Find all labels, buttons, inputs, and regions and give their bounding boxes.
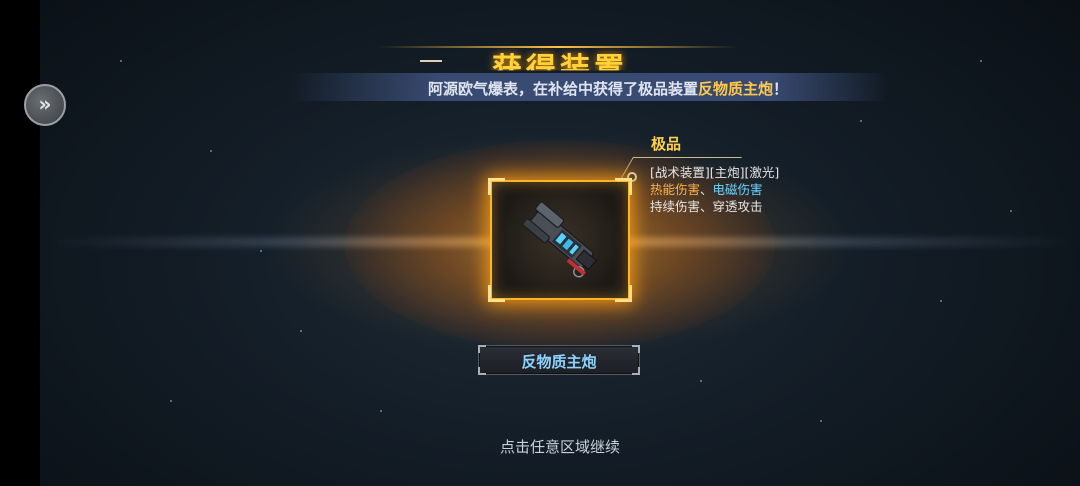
announcement-item: 反物质主炮	[698, 80, 774, 98]
announcement-suffix: ！	[773, 80, 789, 98]
item-card[interactable]	[488, 178, 632, 302]
reward-screen[interactable]: » 获得装置 阿源欧气爆表，在补给中获得了极品装置反物质主炮！ 极品 [战术装置…	[0, 0, 1080, 486]
frame-corner	[615, 178, 632, 195]
frame-corner	[615, 285, 632, 302]
damage-type-thermal: 热能伤害	[650, 182, 701, 197]
item-grade: 极品	[651, 135, 682, 153]
announcement-prefix: 阿源欧气爆表，在补给中获得了极品装置	[428, 80, 699, 98]
announcement-text: 阿源欧气爆表，在补给中获得了极品装置反物质主炮！	[428, 78, 788, 99]
tap-to-continue-hint[interactable]: 点击任意区域继续	[0, 436, 1080, 457]
frame-corner	[488, 178, 505, 195]
item-effects: 持续伤害、穿透攻击	[650, 199, 763, 214]
damage-type-separator: 、	[700, 182, 713, 197]
frame-corner	[488, 285, 505, 302]
damage-type-electromagnetic: 电磁伤害	[712, 182, 763, 197]
title-dash	[420, 60, 442, 62]
left-letterbox	[0, 0, 40, 486]
side-menu-arrow-icon[interactable]: »	[24, 84, 66, 126]
item-name: 反物质主炮	[521, 353, 597, 371]
laser-cannon-icon	[522, 201, 597, 278]
item-name-plate: 反物质主炮	[478, 345, 640, 375]
